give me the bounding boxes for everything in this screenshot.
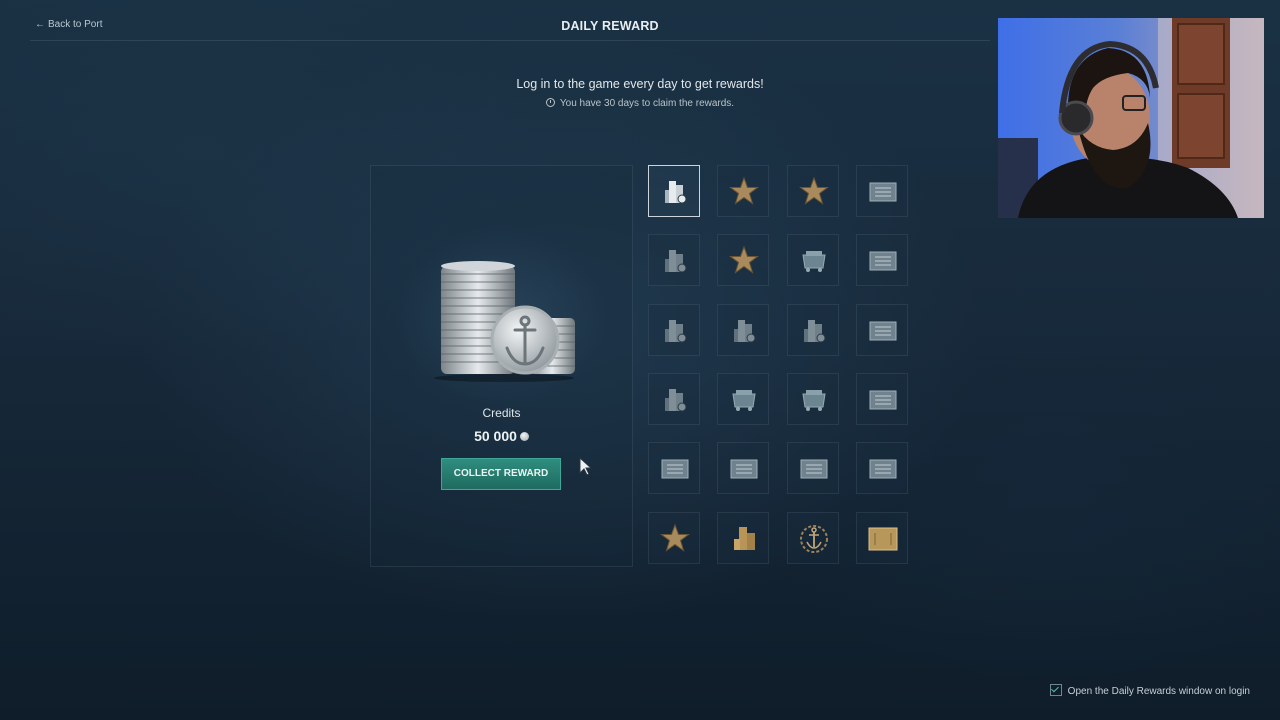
reward-day-18[interactable] <box>717 442 769 494</box>
reward-day-14[interactable] <box>717 373 769 425</box>
deadline-text: You have 30 days to claim the rewards. <box>559 98 735 109</box>
reward-day-12[interactable] <box>856 304 908 356</box>
reward-day-9[interactable] <box>648 304 700 356</box>
ticket-icon <box>869 251 897 271</box>
star-icon <box>729 176 759 205</box>
reward-day-24[interactable] <box>856 512 908 564</box>
reward-name: Credits <box>482 406 521 420</box>
reward-day-13[interactable] <box>648 373 700 425</box>
credits-icon <box>665 181 687 204</box>
ticket-icon <box>869 390 897 410</box>
credits-icon <box>804 320 826 343</box>
credits-icon <box>665 250 687 273</box>
ticket-icon <box>661 459 689 479</box>
reward-day-8[interactable] <box>856 234 908 286</box>
ticket-icon <box>800 459 828 479</box>
reward-day-22[interactable] <box>717 512 769 564</box>
star-icon <box>660 523 690 552</box>
reward-day-6[interactable] <box>717 234 769 286</box>
reward-day-15[interactable] <box>787 373 839 425</box>
reward-day-17[interactable] <box>648 442 700 494</box>
gold-ticket-icon <box>868 527 898 551</box>
auto-open-label: Open the Daily Rewards window on login <box>1067 686 1250 697</box>
mouse-cursor-icon <box>579 457 593 476</box>
credits-icon <box>665 389 687 412</box>
credits-icon <box>665 320 687 343</box>
reward-amount-value: 50 000 <box>474 428 517 444</box>
reward-day-3[interactable] <box>787 165 839 217</box>
reward-day-4[interactable] <box>856 165 908 217</box>
credits-stack-icon <box>434 261 575 382</box>
reward-detail-panel: Credits 50 000 COLLECT REWARD <box>370 165 633 567</box>
star-icon <box>729 245 759 274</box>
reward-day-10[interactable] <box>717 304 769 356</box>
reward-day-23[interactable] <box>787 512 839 564</box>
reward-day-19[interactable] <box>787 442 839 494</box>
reward-day-16[interactable] <box>856 373 908 425</box>
reward-day-5[interactable] <box>648 234 700 286</box>
reward-day-7[interactable] <box>787 234 839 286</box>
container-icon <box>802 251 826 272</box>
reward-day-1[interactable] <box>648 165 700 217</box>
reward-day-2[interactable] <box>717 165 769 217</box>
container-icon <box>802 390 826 411</box>
collect-reward-button[interactable]: COLLECT REWARD <box>441 458 561 490</box>
container-icon <box>732 390 756 411</box>
credits-icon <box>734 320 756 343</box>
ticket-icon <box>869 182 897 202</box>
webcam-overlay <box>998 18 1264 218</box>
ticket-icon <box>869 459 897 479</box>
reward-amount: 50 000 <box>371 428 632 444</box>
reward-day-21[interactable] <box>648 512 700 564</box>
auto-open-checkbox[interactable] <box>1049 684 1062 696</box>
reward-day-11[interactable] <box>787 304 839 356</box>
credit-coin-icon <box>519 432 529 441</box>
auto-open-option[interactable]: Open the Daily Rewards window on login <box>1049 684 1250 697</box>
gold-stack-icon <box>734 527 755 550</box>
ticket-icon <box>730 459 758 479</box>
ticket-icon <box>869 321 897 341</box>
streamer-webcam-image <box>998 18 1264 218</box>
reward-day-20[interactable] <box>856 442 908 494</box>
clock-icon <box>545 98 555 107</box>
anchor-emblem-icon <box>800 525 828 553</box>
star-icon <box>799 176 829 205</box>
